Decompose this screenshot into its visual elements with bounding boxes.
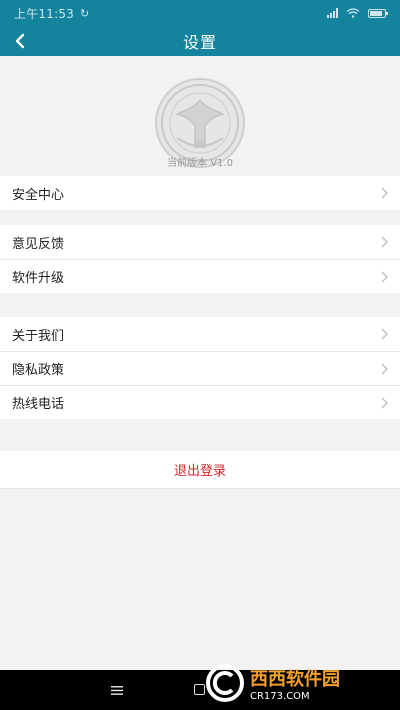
- row-label: 热线电话: [12, 397, 65, 412]
- chevron-right-icon: [381, 397, 388, 409]
- settings-group-support: 意见反馈 软件升级: [0, 225, 400, 293]
- row-label: 意见反馈: [12, 236, 65, 252]
- menu-icon[interactable]: [111, 686, 123, 695]
- settings-group-info: 关于我们 隐私政策 热线电话: [0, 317, 400, 419]
- back-button[interactable]: [8, 26, 32, 56]
- settings-group-security: 安全中心: [0, 176, 400, 210]
- row-privacy-policy[interactable]: 隐私政策: [0, 351, 400, 385]
- about-header: 当前版本 V1.0: [0, 56, 400, 176]
- watermark-text: 西西软件园 CR173.COM: [250, 665, 340, 702]
- watermark-subtitle: CR173.COM: [250, 690, 310, 702]
- row-label: 关于我们: [12, 328, 65, 344]
- logout-button[interactable]: 退出登录: [0, 451, 400, 489]
- chevron-right-icon: [381, 363, 388, 375]
- chevron-right-icon: [381, 328, 388, 340]
- battery-fill: [370, 10, 382, 16]
- chevron-left-icon: [15, 33, 25, 49]
- row-feedback[interactable]: 意见反馈: [0, 225, 400, 259]
- row-label: 隐私政策: [12, 363, 65, 378]
- version-label: 当前版本 V1.0: [167, 158, 233, 169]
- sync-icon: ↻: [79, 6, 90, 20]
- row-software-upgrade[interactable]: 软件升级: [0, 259, 400, 293]
- chevron-right-icon: [381, 236, 388, 248]
- status-icons: [327, 8, 388, 18]
- chevron-right-icon: [381, 187, 388, 199]
- chevron-right-icon: [381, 271, 388, 283]
- wifi-icon: [346, 8, 360, 18]
- status-bar: 上午11:53 ↻: [0, 0, 400, 26]
- logout-label: 退出登录: [173, 464, 226, 479]
- row-hotline[interactable]: 热线电话: [0, 385, 400, 419]
- watermark-title: 西西软件园: [250, 668, 340, 690]
- row-label: 软件升级: [12, 271, 65, 286]
- battery-icon: [368, 8, 388, 18]
- status-time: 上午11:53: [14, 6, 74, 21]
- signal-icon: [327, 8, 338, 18]
- row-security-center[interactable]: 安全中心: [0, 176, 400, 210]
- home-icon[interactable]: [194, 684, 205, 695]
- row-label: 安全中心: [12, 187, 65, 203]
- page-title: 设置: [182, 33, 217, 52]
- row-about-us[interactable]: 关于我们: [0, 317, 400, 351]
- watermark: 西西软件园 CR173.COM: [206, 662, 392, 704]
- watermark-logo-icon: [206, 664, 244, 702]
- app-bar: 设置: [0, 26, 400, 56]
